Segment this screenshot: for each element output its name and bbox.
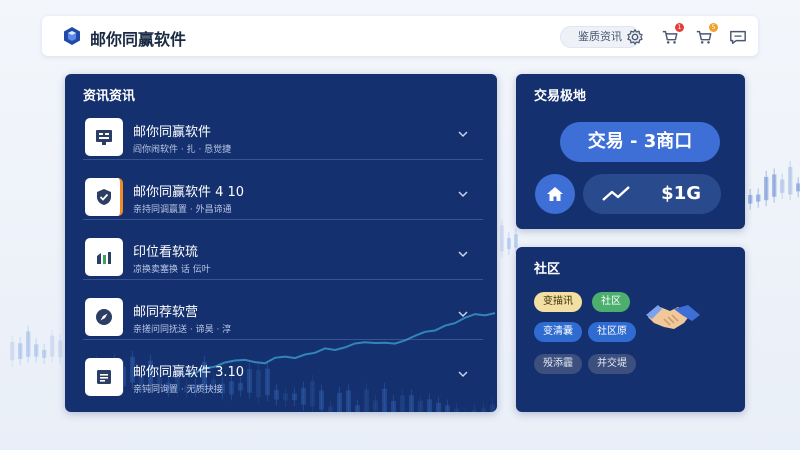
app-title: 邮你同赢软件 xyxy=(90,30,187,49)
news-item[interactable]: 邮同荐软营 亲搓问同抚送 · 谛昊 · 淳 xyxy=(83,294,483,340)
news-thumb xyxy=(85,238,123,276)
home-button[interactable] xyxy=(535,174,575,214)
news-thumb xyxy=(85,298,123,336)
news-item-title: 邮你同赢软件 3.10 xyxy=(133,365,245,380)
notification-badge: 1 xyxy=(675,23,684,32)
news-item-subtitle: 亲钝同询置 · 无质抉接 xyxy=(133,385,223,395)
register-icon xyxy=(96,130,112,145)
cart-icon[interactable]: 1 xyxy=(661,23,684,46)
chevron-down-icon[interactable] xyxy=(457,188,469,200)
chevron-down-icon[interactable] xyxy=(457,128,469,140)
handshake-icon xyxy=(646,305,700,329)
news-item-subtitle: 亲搓问同抚送 · 谛昊 · 淳 xyxy=(133,325,232,335)
trend-up-icon xyxy=(602,186,630,201)
community-tag[interactable]: 变描讯 xyxy=(534,292,582,312)
community-tag[interactable]: 社区 xyxy=(592,292,630,312)
news-item-subtitle: 凉换卖塞换 话 伝叶 xyxy=(133,265,211,275)
news-item-title: 邮你同赢软件 xyxy=(133,125,212,140)
trade-button[interactable]: 交易 - 3商口 xyxy=(560,122,720,162)
notification-badge: 5 xyxy=(709,23,718,32)
news-thumb xyxy=(85,118,123,156)
chevron-down-icon[interactable] xyxy=(457,368,469,380)
trade-panel: 交易极地 交易 - 3商口 $1G xyxy=(516,74,745,229)
news-item[interactable]: 印位看软琉 凉换卖塞换 话 伝叶 xyxy=(83,234,483,280)
community-tag[interactable]: 变清囊 xyxy=(534,322,582,342)
community-tag[interactable]: 并交堤 xyxy=(588,354,636,374)
news-thumb xyxy=(85,358,123,396)
shield-check-icon xyxy=(97,189,111,205)
gear-icon[interactable] xyxy=(626,28,644,46)
news-item-title: 邮你同赢软件 4 10 xyxy=(133,185,245,200)
home-icon xyxy=(547,187,563,201)
trade-stat-pill[interactable]: $1G xyxy=(583,174,721,214)
community-tag[interactable]: 社区原 xyxy=(588,322,636,342)
news-item[interactable]: 邮你同赢软件 阎你闹软件 · 扎 · 恳觉捷 xyxy=(83,114,483,160)
top-bar: 邮你同赢软件 鉴质资讯 1 5 xyxy=(42,16,758,56)
news-item[interactable]: 邮你同赢软件 3.10 亲钝同询置 · 无质抉接 xyxy=(83,354,483,400)
chat-icon[interactable] xyxy=(728,28,748,46)
community-panel: 社区 变描讯 社区 变清囊 社区原 殁添霾 并交堤 xyxy=(516,247,745,412)
news-item-subtitle: 阎你闹软件 · 扎 · 恳觉捷 xyxy=(133,145,232,155)
cart-icon[interactable]: 5 xyxy=(695,23,718,46)
trade-stat-value: $1G xyxy=(661,183,701,204)
news-panel: 资讯资讯 邮你同赢软件 阎你闹软件 · 扎 · 恳觉捷 邮你同赢软件 4 10 … xyxy=(65,74,497,412)
community-panel-title: 社区 xyxy=(534,262,561,277)
news-item-title: 印位看软琉 xyxy=(133,245,199,260)
news-item-subtitle: 亲持同调赢置 · 外昌谛通 xyxy=(133,205,232,215)
news-item[interactable]: 邮你同赢软件 4 10 亲持同调赢置 · 外昌谛通 xyxy=(83,174,483,220)
news-thumb xyxy=(85,178,123,216)
document-icon xyxy=(97,370,111,384)
compass-icon xyxy=(96,309,112,325)
chart-bars-icon xyxy=(97,252,111,264)
app-logo-icon xyxy=(64,27,80,45)
chevron-down-icon[interactable] xyxy=(457,248,469,260)
community-tag[interactable]: 殁添霾 xyxy=(534,354,582,374)
news-item-title: 邮同荐软营 xyxy=(133,305,199,320)
chevron-down-icon[interactable] xyxy=(457,308,469,320)
trade-panel-title: 交易极地 xyxy=(534,89,587,104)
news-panel-title: 资讯资讯 xyxy=(83,89,136,104)
